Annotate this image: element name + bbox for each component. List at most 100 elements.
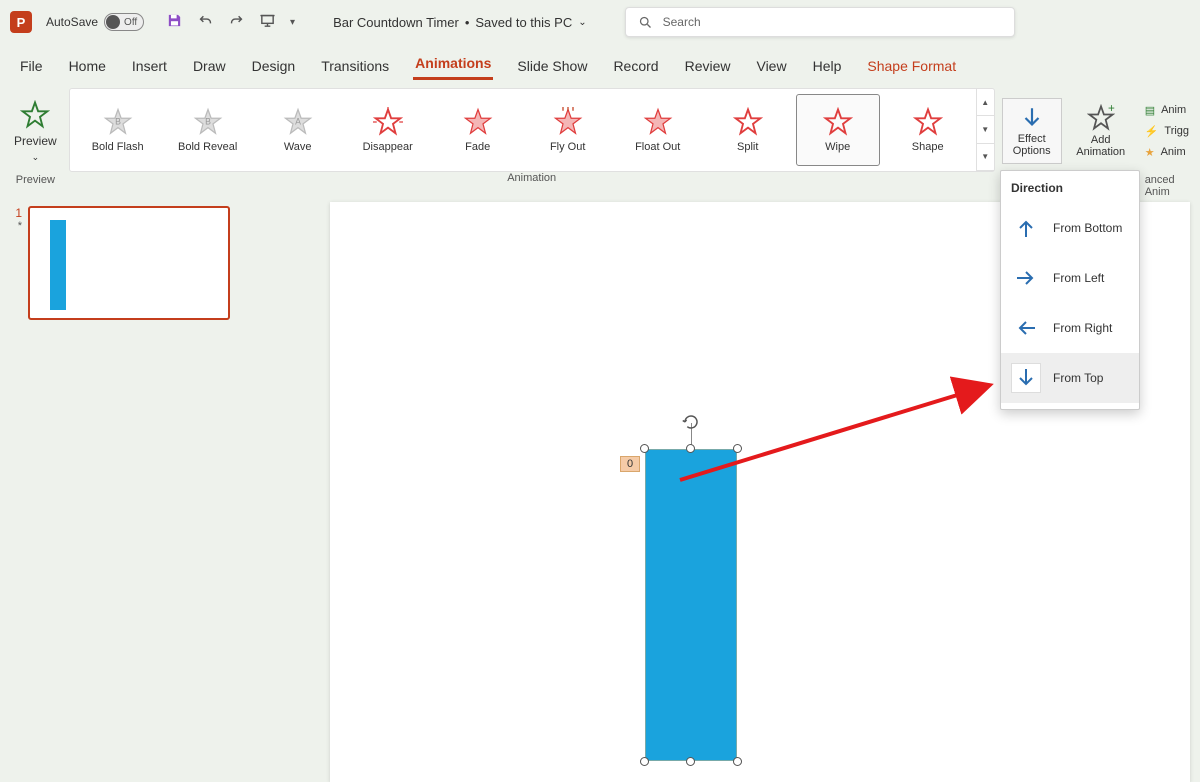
group-label-preview: Preview bbox=[16, 174, 55, 190]
resize-handle-nw[interactable] bbox=[640, 444, 649, 453]
gallery-more-icon[interactable]: ▼ bbox=[977, 144, 994, 171]
thumb-bar-shape bbox=[50, 220, 66, 310]
anim-indicator-icon: * bbox=[18, 220, 22, 232]
search-input[interactable]: Search bbox=[625, 7, 1015, 37]
preview-star-icon bbox=[20, 100, 50, 130]
anim-bold-reveal[interactable]: BBold Reveal bbox=[166, 94, 250, 166]
effect-options-label: Effect Options bbox=[1013, 133, 1051, 157]
tab-record[interactable]: Record bbox=[611, 52, 660, 80]
pane-icon: ▤ bbox=[1145, 104, 1155, 117]
chevron-down-icon[interactable]: ⌄ bbox=[578, 17, 586, 28]
option-label: From Right bbox=[1053, 321, 1112, 335]
ribbon-tabs: File Home Insert Draw Design Transitions… bbox=[0, 44, 1200, 80]
resize-handle-se[interactable] bbox=[733, 757, 742, 766]
group-advanced: ▤Anim ⚡Trigg ★Anim anced Anim bbox=[1137, 84, 1197, 192]
gallery-spinner[interactable]: ▲ ▼ ▼ bbox=[976, 89, 994, 171]
animation-pane-button[interactable]: ▤Anim bbox=[1145, 104, 1186, 117]
thumbnail-1[interactable]: 1 * bbox=[8, 206, 242, 320]
save-status: Saved to this PC bbox=[475, 15, 572, 30]
selected-shape[interactable] bbox=[645, 449, 737, 761]
anim-float-out[interactable]: Float Out bbox=[616, 94, 700, 166]
animation-gallery: BBold Flash BBold Reveal AWave Disappear… bbox=[69, 88, 995, 172]
resize-handle-ne[interactable] bbox=[733, 444, 742, 453]
quick-access-toolbar: ▾ bbox=[166, 12, 295, 32]
tab-transitions[interactable]: Transitions bbox=[319, 52, 391, 80]
search-icon bbox=[638, 15, 653, 30]
tab-shape-format[interactable]: Shape Format bbox=[865, 52, 958, 80]
qat-more-icon[interactable]: ▾ bbox=[290, 17, 295, 28]
rotation-handle-icon[interactable] bbox=[682, 413, 700, 436]
option-from-right[interactable]: From Right bbox=[1001, 303, 1139, 353]
tab-help[interactable]: Help bbox=[811, 52, 844, 80]
title-bar: P AutoSave Off ▾ Bar Countdown Timer • S… bbox=[0, 0, 1200, 44]
group-animation: BBold Flash BBold Reveal AWave Disappear… bbox=[65, 84, 999, 192]
tab-animations[interactable]: Animations bbox=[413, 49, 493, 80]
trigger-button[interactable]: ⚡Trigg bbox=[1145, 125, 1189, 138]
toggle-switch[interactable]: Off bbox=[104, 13, 144, 31]
add-animation-label: Add Animation bbox=[1076, 134, 1125, 158]
tab-file[interactable]: File bbox=[18, 52, 45, 80]
tab-view[interactable]: View bbox=[754, 52, 788, 80]
add-animation-button[interactable]: + Add Animation bbox=[1065, 97, 1136, 165]
anim-disappear[interactable]: Disappear bbox=[346, 94, 430, 166]
tab-review[interactable]: Review bbox=[683, 52, 733, 80]
gallery-row: BBold Flash BBold Reveal AWave Disappear… bbox=[70, 89, 976, 171]
thumb-index: 1 bbox=[8, 206, 22, 220]
arrow-down-icon bbox=[1011, 363, 1041, 393]
anim-fade[interactable]: Fade bbox=[436, 94, 520, 166]
save-icon[interactable] bbox=[166, 12, 183, 32]
redo-icon[interactable] bbox=[228, 12, 245, 32]
toggle-state: Off bbox=[124, 17, 137, 28]
autosave-toggle[interactable]: AutoSave Off bbox=[46, 13, 144, 31]
gallery-down-icon[interactable]: ▼ bbox=[977, 116, 994, 143]
option-label: From Left bbox=[1053, 271, 1104, 285]
anim-split[interactable]: Split bbox=[706, 94, 790, 166]
painter-star-icon: ★ bbox=[1145, 146, 1155, 159]
lightning-icon: ⚡ bbox=[1145, 125, 1159, 138]
animation-order-tag[interactable]: 0 bbox=[620, 456, 640, 472]
arrow-down-icon bbox=[1019, 105, 1045, 131]
bar-rectangle[interactable] bbox=[645, 449, 737, 761]
tab-slideshow[interactable]: Slide Show bbox=[515, 52, 589, 80]
group-label-advanced: anced Anim bbox=[1145, 174, 1189, 190]
tab-home[interactable]: Home bbox=[67, 52, 108, 80]
tab-draw[interactable]: Draw bbox=[191, 52, 228, 80]
animation-painter-button[interactable]: ★Anim bbox=[1145, 146, 1186, 159]
anim-bold-flash[interactable]: BBold Flash bbox=[76, 94, 160, 166]
gallery-up-icon[interactable]: ▲ bbox=[977, 89, 994, 116]
doc-name: Bar Countdown Timer bbox=[333, 15, 459, 30]
toggle-knob bbox=[106, 15, 120, 29]
group-preview: Preview ⌄ Preview bbox=[6, 84, 65, 192]
arrow-up-icon bbox=[1011, 213, 1041, 243]
svg-text:A: A bbox=[295, 117, 301, 127]
search-placeholder: Search bbox=[663, 15, 701, 29]
document-title[interactable]: Bar Countdown Timer • Saved to this PC ⌄ bbox=[333, 15, 587, 30]
resize-handle-sw[interactable] bbox=[640, 757, 649, 766]
option-from-top[interactable]: From Top bbox=[1001, 353, 1139, 403]
chevron-down-icon: ⌄ bbox=[32, 152, 40, 163]
anim-wipe[interactable]: Wipe bbox=[796, 94, 880, 166]
autosave-label: AutoSave bbox=[46, 15, 98, 29]
tab-design[interactable]: Design bbox=[250, 52, 298, 80]
effect-options-popup: Direction From Bottom From Left From Rig… bbox=[1000, 170, 1140, 410]
anim-shape[interactable]: Shape bbox=[886, 94, 970, 166]
anim-fly-out[interactable]: Fly Out bbox=[526, 94, 610, 166]
resize-handle-s[interactable] bbox=[686, 757, 695, 766]
preview-button[interactable]: Preview ⌄ bbox=[14, 100, 57, 163]
svg-text:B: B bbox=[205, 117, 211, 127]
arrow-left-icon bbox=[1011, 313, 1041, 343]
title-sep: • bbox=[465, 15, 470, 30]
arrow-right-icon bbox=[1011, 263, 1041, 293]
resize-handle-n[interactable] bbox=[686, 444, 695, 453]
app-icon: P bbox=[10, 11, 32, 33]
effect-options-button[interactable]: Effect Options bbox=[1002, 98, 1062, 164]
option-from-left[interactable]: From Left bbox=[1001, 253, 1139, 303]
svg-text:B: B bbox=[115, 117, 121, 127]
tab-insert[interactable]: Insert bbox=[130, 52, 169, 80]
thumb-preview[interactable] bbox=[28, 206, 230, 320]
present-icon[interactable] bbox=[259, 12, 276, 32]
option-from-bottom[interactable]: From Bottom bbox=[1001, 203, 1139, 253]
anim-wave[interactable]: AWave bbox=[256, 94, 340, 166]
option-label: From Bottom bbox=[1053, 221, 1122, 235]
undo-icon[interactable] bbox=[197, 12, 214, 32]
